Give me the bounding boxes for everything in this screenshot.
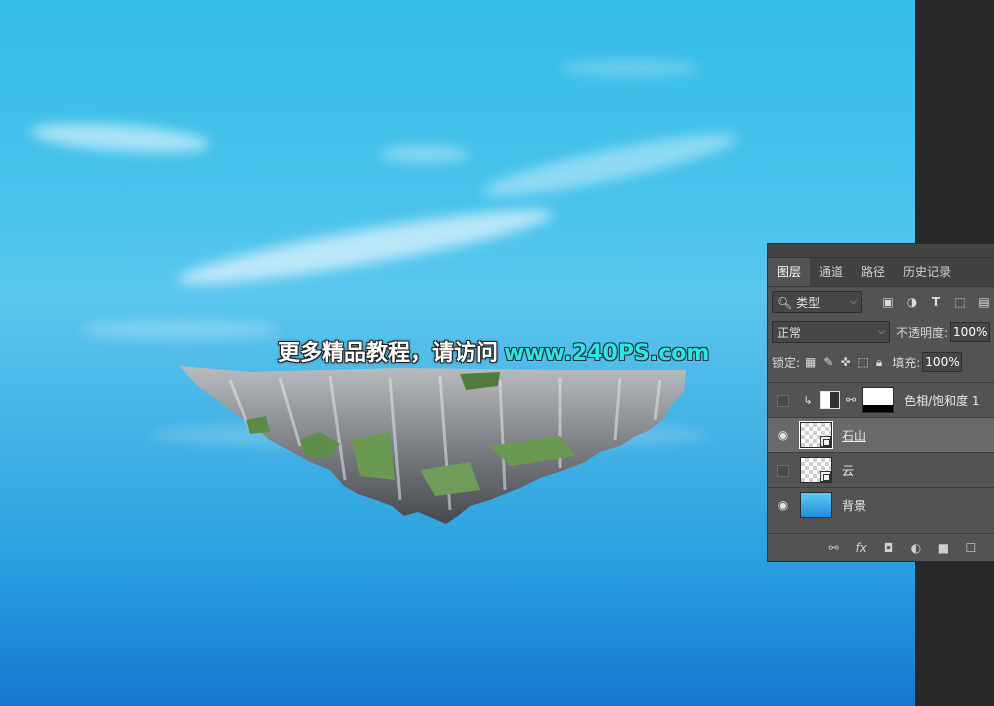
layer-background[interactable]: ◉ 背景	[768, 487, 994, 522]
chevron-down-icon: ⌵	[878, 327, 885, 337]
adjustment-icons: ↳ ⚯	[802, 387, 895, 413]
image-filter-icon[interactable]: ▣	[880, 295, 896, 309]
clip-arrow-icon: ↳	[803, 393, 813, 407]
panel-tabs: 图层 通道 路径 历史记录	[768, 258, 994, 287]
layer-name[interactable]: 云	[842, 462, 854, 479]
fill-field[interactable]: 100%	[922, 352, 963, 372]
type-filter-icon[interactable]: T	[928, 295, 944, 309]
lock-paint-icon[interactable]: ✎	[823, 355, 833, 370]
eye-icon: ◉	[777, 498, 789, 512]
tab-paths[interactable]: 路径	[852, 258, 894, 286]
blend-row: 正常 ⌵ 不透明度: 100%	[768, 317, 994, 347]
delete-icon[interactable]: ␡	[991, 540, 994, 555]
visibility-toggle[interactable]: ◉	[768, 428, 798, 442]
layer-thumbnail	[800, 492, 832, 518]
lock-row: 锁定: ▦ ✎ ✜ ⬚ 🔒︎ 填充: 100%	[768, 347, 994, 377]
layer-thumbnail	[800, 457, 832, 483]
smart-object-icon	[820, 471, 831, 482]
lock-label: 锁定:	[772, 355, 801, 370]
watermark-url: www.240PS.com	[504, 341, 710, 366]
lock-artboard-icon[interactable]: ⬚	[858, 355, 869, 370]
tab-channels[interactable]: 通道	[810, 258, 852, 286]
lock-transparent-icon[interactable]: ▦	[805, 355, 816, 370]
tab-history[interactable]: 历史记录	[894, 258, 960, 286]
tab-layers[interactable]: 图层	[768, 258, 811, 286]
search-icon: 🔍︎	[777, 295, 793, 310]
hue-saturation-icon	[820, 391, 840, 409]
layer-name[interactable]: 石山	[842, 427, 866, 444]
chevron-down-icon: ⌵	[850, 297, 857, 307]
layer-thumbnail	[799, 421, 833, 449]
new-adjustment-icon[interactable]: ◐	[908, 541, 923, 555]
new-layer-icon[interactable]: ☐	[963, 541, 978, 555]
add-mask-icon[interactable]: ◘	[881, 541, 896, 555]
lock-icons: ▦ ✎ ✜ ⬚ 🔒︎	[805, 355, 882, 370]
blend-mode-value: 正常	[777, 325, 802, 340]
layer-hue-saturation[interactable]: ↳ ⚯ 色相/饱和度 1	[768, 382, 994, 417]
filter-label: 类型	[796, 295, 821, 310]
lock-position-icon[interactable]: ✜	[840, 355, 850, 370]
panel-bottom-bar: ⚯ fx ◘ ◐ ■ ☐ ␡	[768, 533, 994, 561]
chain-link-icon[interactable]: ⚯	[846, 393, 856, 407]
layers-panel: 图层 通道 路径 历史记录 🔍︎ 类型 ⌵ ▣ ◑ T ⬚ ▤ 正常 ⌵ 不透明…	[767, 243, 994, 562]
visibility-toggle[interactable]	[768, 393, 798, 407]
smart-object-filter-icon[interactable]: ▤	[976, 295, 992, 309]
hidden-box-icon	[777, 464, 789, 477]
adjustment-filter-icon[interactable]: ◑	[904, 295, 920, 309]
opacity-field[interactable]: 100%	[950, 322, 991, 342]
hidden-box-icon	[777, 394, 789, 407]
visibility-toggle[interactable]: ◉	[768, 498, 798, 512]
layer-name[interactable]: 背景	[842, 497, 866, 514]
shape-filter-icon[interactable]: ⬚	[952, 295, 968, 309]
link-layers-icon[interactable]: ⚯	[826, 541, 841, 555]
lock-all-icon[interactable]: 🔒︎	[876, 355, 882, 370]
panel-title-bar[interactable]	[768, 244, 994, 258]
filter-row: 🔍︎ 类型 ⌵ ▣ ◑ T ⬚ ▤	[768, 287, 994, 317]
fx-icon[interactable]: fx	[853, 541, 868, 555]
blend-mode-select[interactable]: 正常 ⌵	[772, 321, 890, 343]
layer-filter-select[interactable]: 🔍︎ 类型 ⌵	[772, 291, 862, 313]
filter-icons: ▣ ◑ T ⬚ ▤	[880, 295, 992, 309]
layer-list: ↳ ⚯ 色相/饱和度 1 ◉ 石山 云 ◉ 背景	[768, 382, 994, 522]
layer-mask-thumbnail[interactable]	[862, 387, 895, 413]
watermark-text: 更多精品教程，请访问 www.240PS.com	[278, 338, 709, 370]
visibility-toggle[interactable]	[768, 463, 798, 477]
layer-cloud[interactable]: 云	[768, 452, 994, 487]
layer-name[interactable]: 色相/饱和度 1	[904, 392, 980, 409]
eye-icon: ◉	[777, 428, 789, 442]
fill-label: 填充:	[892, 355, 921, 370]
opacity-label: 不透明度:	[896, 325, 949, 340]
layer-stone-mountain[interactable]: ◉ 石山	[768, 417, 994, 452]
smart-object-icon	[820, 436, 831, 447]
watermark-chinese: 更多精品教程，请访问	[278, 341, 499, 366]
new-group-icon[interactable]: ■	[936, 541, 951, 555]
